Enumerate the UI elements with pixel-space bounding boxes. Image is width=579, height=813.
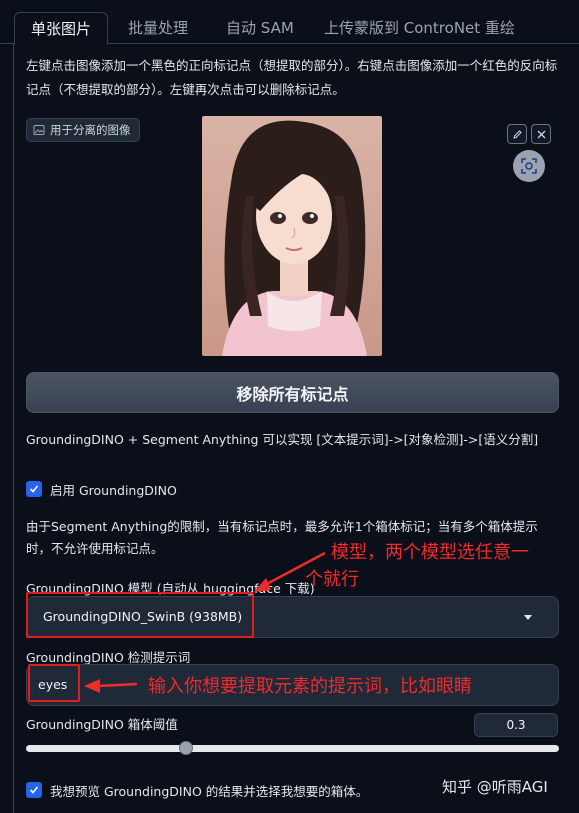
model-annotation-line1: 模型，两个模型选任意一	[331, 542, 529, 563]
watermark: 知乎 @听雨AGI	[442, 778, 548, 796]
model-arrow-head	[254, 578, 271, 592]
prompt-arrow-head	[84, 679, 100, 693]
model-annotation-line2: 个就行	[305, 569, 359, 590]
prompt-annotation: 输入你想要提取元素的提示词，比如眼睛	[148, 676, 472, 697]
prompt-arrow	[97, 682, 138, 688]
